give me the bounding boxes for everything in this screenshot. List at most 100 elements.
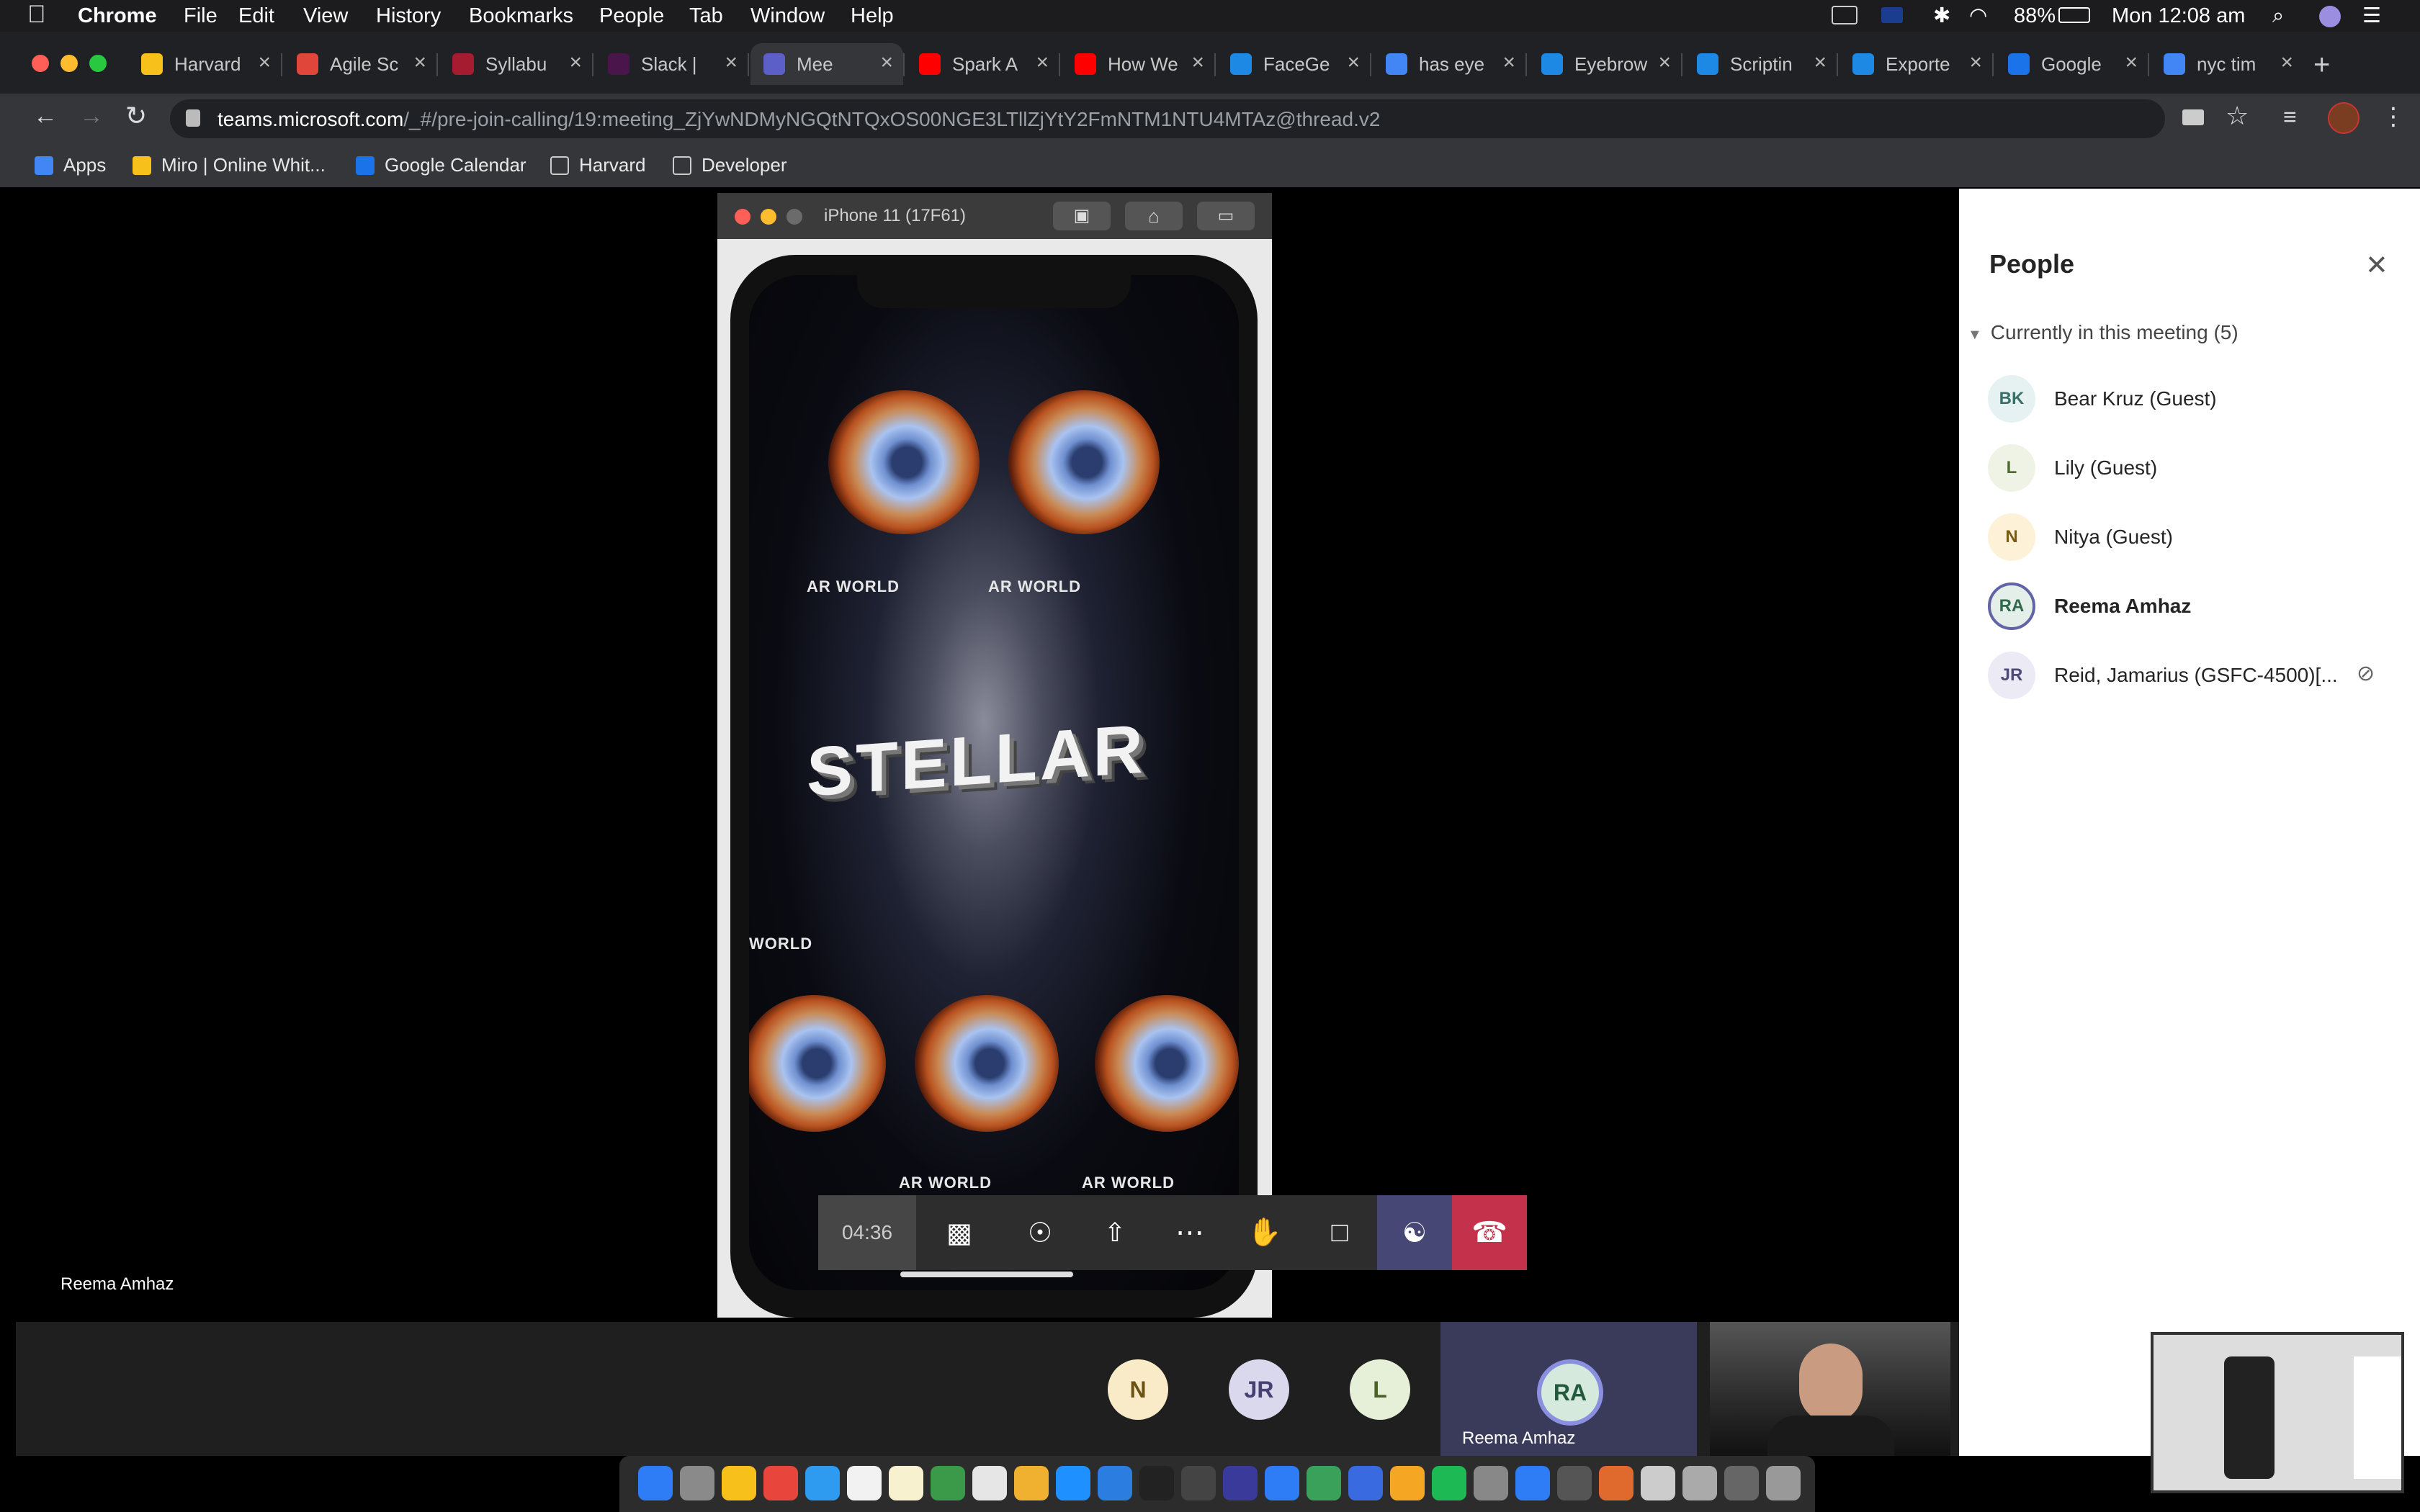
browser-tab[interactable]: Mee × xyxy=(750,43,903,85)
menu-people[interactable]: People xyxy=(599,4,664,28)
dock-app-icon[interactable] xyxy=(1390,1466,1425,1500)
menu-help[interactable]: Help xyxy=(851,4,894,28)
dock-app-icon[interactable] xyxy=(1724,1466,1759,1500)
browser-tab[interactable]: Slack | × xyxy=(595,43,748,85)
hang-up-button[interactable]: ☎ xyxy=(1452,1195,1527,1270)
dock-app-icon[interactable] xyxy=(1432,1466,1466,1500)
dock-app-icon[interactable] xyxy=(1682,1466,1717,1500)
new-tab-button[interactable]: + xyxy=(2313,49,2330,81)
tab-close-icon[interactable]: × xyxy=(725,50,738,75)
lock-icon[interactable] xyxy=(186,109,200,127)
gallery-avatar[interactable]: N xyxy=(1108,1359,1168,1420)
tab-close-icon[interactable]: × xyxy=(2125,50,2138,75)
browser-tab[interactable]: Agile Sc × xyxy=(284,43,436,85)
menu-window[interactable]: Window xyxy=(750,4,825,28)
input-source-icon[interactable] xyxy=(1881,7,1903,23)
participant-row[interactable]: L Lily (Guest) xyxy=(1988,442,2420,494)
share-screen-button[interactable]: ⇧ xyxy=(1077,1195,1152,1270)
simulator-close-button[interactable] xyxy=(735,209,750,225)
browser-tab[interactable]: Exporte × xyxy=(1839,43,1992,85)
wifi-icon[interactable]: ◠ xyxy=(1969,4,1987,28)
siri-icon[interactable] xyxy=(2319,6,2341,27)
browser-tab[interactable]: Google × xyxy=(1995,43,2148,85)
close-panel-button[interactable]: ✕ xyxy=(2365,249,2388,282)
tab-close-icon[interactable]: × xyxy=(1502,50,1515,75)
participant-row[interactable]: BK Bear Kruz (Guest) xyxy=(1988,373,2420,425)
self-tile[interactable]: RA Reema Amhaz xyxy=(1440,1322,1697,1456)
back-button[interactable]: ← xyxy=(33,102,58,130)
bookmark-developer[interactable]: Developer xyxy=(673,154,787,176)
gallery-avatar[interactable]: JR xyxy=(1229,1359,1289,1420)
browser-tab[interactable]: Eyebrow × xyxy=(1528,43,1681,85)
dock-app-icon[interactable] xyxy=(1599,1466,1634,1500)
dock-app-icon[interactable] xyxy=(1098,1466,1132,1500)
dock-app-icon[interactable] xyxy=(1265,1466,1299,1500)
home-button[interactable]: ⌂ xyxy=(1125,202,1183,230)
participant-row[interactable]: RA Reema Amhaz xyxy=(1988,580,2420,632)
home-indicator[interactable] xyxy=(900,1272,1073,1277)
bookmark-miro[interactable]: Miro | Online Whit... xyxy=(133,154,326,176)
dock-app-icon[interactable] xyxy=(680,1466,714,1500)
camera-in-use-icon[interactable] xyxy=(2182,109,2204,125)
tab-close-icon[interactable]: × xyxy=(1814,50,1827,75)
media-control-icon[interactable]: ≡ xyxy=(2283,104,2297,130)
dock-app-icon[interactable] xyxy=(931,1466,965,1500)
dock-app-icon[interactable] xyxy=(1056,1466,1090,1500)
menu-view[interactable]: View xyxy=(303,4,348,28)
tab-close-icon[interactable]: × xyxy=(1036,50,1049,75)
menu-history[interactable]: History xyxy=(376,4,441,28)
dock-app-icon[interactable] xyxy=(889,1466,923,1500)
dock-app-icon[interactable] xyxy=(1515,1466,1550,1500)
dock-app-icon[interactable] xyxy=(1474,1466,1508,1500)
bookmark-star-icon[interactable]: ☆ xyxy=(2226,101,2249,131)
dock-app-icon[interactable] xyxy=(805,1466,840,1500)
menu-app-name[interactable]: Chrome xyxy=(78,4,157,28)
bookmark-google-calendar[interactable]: Google Calendar xyxy=(356,154,526,176)
apple-icon[interactable]:  xyxy=(27,2,46,27)
dock-app-icon[interactable] xyxy=(1014,1466,1049,1500)
menubar-clock[interactable]: Mon 12:08 am xyxy=(2112,4,2245,28)
browser-tab[interactable]: Spark A × xyxy=(906,43,1059,85)
menu-file[interactable]: File xyxy=(184,4,218,28)
dock-app-icon[interactable] xyxy=(1348,1466,1383,1500)
more-actions-button[interactable]: ⋯ xyxy=(1152,1195,1227,1270)
gallery-avatar[interactable]: L xyxy=(1350,1359,1410,1420)
bookmark-harvard[interactable]: Harvard xyxy=(550,154,645,176)
tab-close-icon[interactable]: × xyxy=(258,50,271,75)
participant-video-tile[interactable] xyxy=(1710,1322,1950,1456)
url-text[interactable]: teams.microsoft.com/_#/pre-join-calling/… xyxy=(218,108,1380,131)
tab-close-icon[interactable]: × xyxy=(569,50,582,75)
dock-app-icon[interactable] xyxy=(847,1466,882,1500)
dock-app-icon[interactable] xyxy=(722,1466,756,1500)
dock-app-icon[interactable] xyxy=(763,1466,798,1500)
chat-button[interactable]: □ xyxy=(1302,1195,1377,1270)
dock-app-icon[interactable] xyxy=(1181,1466,1216,1500)
simulator-minimize-button[interactable] xyxy=(761,209,776,225)
camera-toggle-button[interactable]: ▩ xyxy=(916,1195,1003,1270)
phone-screen[interactable]: AR WORLD AR WORLD STELLAR WORLD AR WORLD… xyxy=(749,275,1239,1290)
dock-app-icon[interactable] xyxy=(1223,1466,1258,1500)
window-zoom-button[interactable] xyxy=(89,55,107,72)
profile-avatar[interactable] xyxy=(2328,102,2360,134)
browser-tab[interactable]: nyc tim × xyxy=(2151,43,2303,85)
bookmark-apps[interactable]: Apps xyxy=(35,154,106,176)
chrome-menu-icon[interactable]: ⋮ xyxy=(2381,102,2406,131)
menu-edit[interactable]: Edit xyxy=(238,4,274,28)
dock-app-icon[interactable] xyxy=(1139,1466,1174,1500)
menu-tab[interactable]: Tab xyxy=(689,4,723,28)
battery-icon[interactable] xyxy=(2058,7,2090,23)
raise-hand-button[interactable]: ✋ xyxy=(1227,1195,1302,1270)
rotate-button[interactable]: ▭ xyxy=(1197,202,1255,230)
show-participants-button[interactable]: ☯ xyxy=(1377,1195,1452,1270)
dock-app-icon[interactable] xyxy=(1307,1466,1341,1500)
tab-close-icon[interactable]: × xyxy=(1969,50,1982,75)
simulator-zoom-button[interactable] xyxy=(786,209,802,225)
tab-close-icon[interactable]: × xyxy=(413,50,426,75)
dock-app-icon[interactable] xyxy=(1641,1466,1675,1500)
spotlight-search-icon[interactable]: ⌕ xyxy=(2272,4,2284,28)
mic-toggle-button[interactable]: ☉ xyxy=(1003,1195,1077,1270)
browser-tab[interactable]: has eye × xyxy=(1373,43,1525,85)
window-minimize-button[interactable] xyxy=(60,55,78,72)
tab-close-icon[interactable]: × xyxy=(1658,50,1671,75)
browser-tab[interactable]: FaceGe × xyxy=(1217,43,1370,85)
